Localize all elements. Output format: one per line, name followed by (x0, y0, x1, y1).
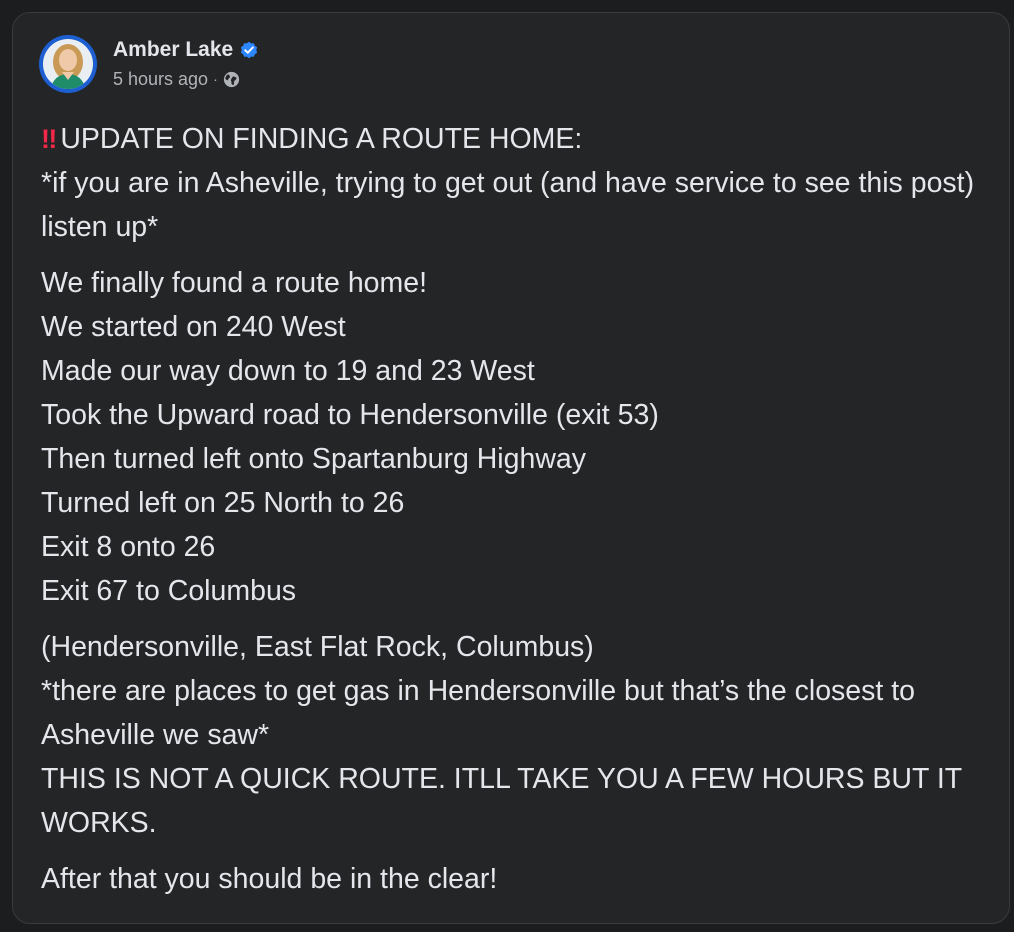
double-exclamation-icon: ‼ (41, 124, 57, 154)
post-header: Amber Lake 5 hours ago · (39, 33, 258, 95)
post-line: (Hendersonville, East Flat Rock, Columbu… (41, 631, 594, 663)
post-paragraph: We finally found a route home! We starte… (41, 261, 991, 613)
author-name[interactable]: Amber Lake (113, 38, 233, 62)
avatar-photo (43, 39, 93, 89)
post-meta: Amber Lake 5 hours ago · (113, 36, 258, 92)
post-timestamp[interactable]: 5 hours ago (113, 69, 208, 90)
author-row: Amber Lake (113, 36, 258, 64)
post-line: Made our way down to 19 and 23 West (41, 355, 535, 387)
post-body: ‼ UPDATE ON FINDING A ROUTE HOME: *if you… (41, 117, 991, 913)
post-paragraph: After that you should be in the clear! (41, 857, 991, 901)
post-line: Took the Upward road to Hendersonville (… (41, 399, 659, 431)
post-line: We finally found a route home! (41, 267, 428, 299)
post-headline: ‼ UPDATE ON FINDING A ROUTE HOME: (41, 117, 991, 161)
post-line: Then turned left onto Spartanburg Highwa… (41, 443, 587, 475)
post-card: Amber Lake 5 hours ago · ‼ UPDATE ON FIN… (12, 12, 1010, 924)
post-time-row: 5 hours ago · (113, 66, 258, 92)
post-paragraph: (Hendersonville, East Flat Rock, Columbu… (41, 625, 991, 845)
post-paragraph: ‼ UPDATE ON FINDING A ROUTE HOME: *if you… (41, 117, 991, 249)
headline-text: UPDATE ON FINDING A ROUTE HOME: (60, 123, 583, 155)
post-line: We started on 240 West (41, 311, 346, 343)
meta-separator: · (213, 71, 218, 87)
post-line: After that you should be in the clear! (41, 863, 498, 895)
post-line: Exit 67 to Columbus (41, 575, 297, 607)
post-line: Turned left on 25 North to 26 (41, 487, 405, 519)
globe-icon[interactable] (223, 71, 240, 88)
post-line: *there are places to get gas in Henderso… (41, 675, 915, 751)
post-line: Exit 8 onto 26 (41, 531, 216, 563)
post-line: THIS IS NOT A QUICK ROUTE. ITLL TAKE YOU… (41, 763, 962, 839)
post-line: *if you are in Asheville, trying to get … (41, 167, 975, 243)
author-avatar[interactable] (39, 35, 97, 93)
verified-badge-icon (240, 41, 258, 59)
